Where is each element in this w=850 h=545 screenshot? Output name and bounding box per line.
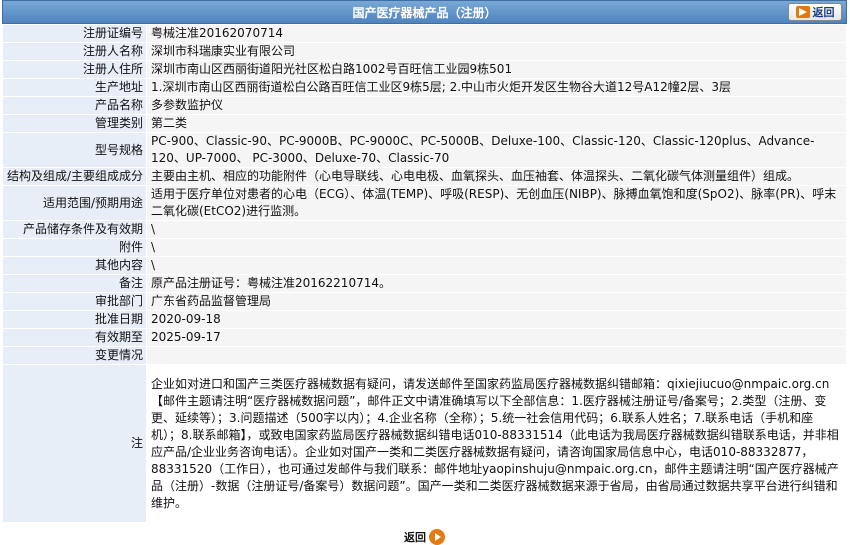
title-bar: 国产医疗器械产品（注册） 返回 [2, 0, 847, 24]
table-row: 结构及组成/主要组成成分 主要由主机、相应的功能附件（心电导联线、心电电极、血氧探… [2, 167, 847, 186]
row-key: 变更情况 [2, 346, 147, 365]
row-value: 粤械注准20162070714 [146, 24, 847, 43]
note-text: 企业如对进口和国产三类医疗器械数据有疑问，请发送邮件至国家药监局医疗器械数据纠错… [146, 364, 847, 523]
row-key: 注册人住所 [2, 60, 147, 79]
row-key: 注册证编号 [2, 24, 147, 43]
table-row: 其他内容 \ [2, 256, 847, 275]
table-row: 适用范围/预期用途 适用于医疗单位对患者的心电（ECG）、体温(TEMP)、呼吸(… [2, 185, 847, 221]
detail-table: 注册证编号 粤械注准20162070714 注册人名称 深圳市科瑞康实业有限公司 注册人… [2, 24, 847, 523]
row-value: 适用于医疗单位对患者的心电（ECG）、体温(TEMP)、呼吸(RESP)、无创血… [146, 185, 847, 221]
table-row: 产品名称 多参数监护仪 [2, 96, 847, 115]
row-value: 广东省药品监督管理局 [146, 292, 847, 311]
row-value [146, 346, 847, 365]
table-row: 生产地址 1.深圳市南山区西丽街道松白公路百旺信工业区9栋5层; 2.中山市火炬开… [2, 78, 847, 97]
table-row: 注册人住所 深圳市南山区西丽街道阳光社区松白路1002号百旺信工业园9栋501 [2, 60, 847, 79]
page-title: 国产医疗器械产品（注册） [352, 6, 497, 20]
page: 国产医疗器械产品（注册） 返回 注册证编号 粤械注准20162070714 注册人名… [2, 0, 847, 545]
table-row: 备注 原产品注册证号：粤械注准20162210714。 [2, 274, 847, 293]
row-key: 批准日期 [2, 310, 147, 329]
table-row: 变更情况 [2, 346, 847, 365]
row-value: 深圳市科瑞康实业有限公司 [146, 42, 847, 61]
row-key: 生产地址 [2, 78, 147, 97]
row-key: 备注 [2, 274, 147, 293]
row-value: \ [146, 238, 847, 257]
table-row: 批准日期 2020-09-18 [2, 310, 847, 329]
row-value: 主要由主机、相应的功能附件（心电导联线、心电电极、血氧探头、血压袖套、体温探头、… [146, 167, 847, 186]
row-value: 1.深圳市南山区西丽街道松白公路百旺信工业区9栋5层; 2.中山市火炬开发区生物… [146, 78, 847, 97]
table-row: 附件 \ [2, 238, 847, 257]
back-button-top[interactable]: 返回 [788, 3, 842, 21]
row-key: 适用范围/预期用途 [2, 185, 147, 221]
back-circle-icon [429, 529, 445, 545]
back-button-bottom-label: 返回 [404, 531, 426, 544]
row-value: 深圳市南山区西丽街道阳光社区松白路1002号百旺信工业园9栋501 [146, 60, 847, 79]
row-key: 有效期至 [2, 328, 147, 347]
row-value: 第二类 [146, 114, 847, 133]
row-value: 2020-09-18 [146, 310, 847, 329]
row-value: 原产品注册证号：粤械注准20162210714。 [146, 274, 847, 293]
table-row: 审批部门 广东省药品监督管理局 [2, 292, 847, 311]
row-key: 管理类别 [2, 114, 147, 133]
footer: 返回 [2, 523, 847, 545]
row-key: 附件 [2, 238, 147, 257]
table-row: 注册人名称 深圳市科瑞康实业有限公司 [2, 42, 847, 61]
row-key: 产品储存条件及有效期 [2, 220, 147, 239]
back-arrow-icon [795, 6, 810, 18]
back-button-bottom[interactable]: 返回 [404, 529, 445, 545]
row-value: \ [146, 220, 847, 239]
row-key: 其他内容 [2, 256, 147, 275]
table-row: 产品储存条件及有效期 \ [2, 220, 847, 239]
row-value: 2025-09-17 [146, 328, 847, 347]
table-row: 管理类别 第二类 [2, 114, 847, 133]
table-row: 注册证编号 粤械注准20162070714 [2, 24, 847, 43]
table-row: 型号规格 PC-900、Classic-90、PC-9000B、PC-9000C、… [2, 132, 847, 168]
row-key: 审批部门 [2, 292, 147, 311]
row-value: \ [146, 256, 847, 275]
row-value: 多参数监护仪 [146, 96, 847, 115]
row-key: 型号规格 [2, 132, 147, 168]
back-button-label: 返回 [812, 6, 835, 19]
row-key: 产品名称 [2, 96, 147, 115]
note-key: 注 [2, 364, 147, 523]
row-key: 注册人名称 [2, 42, 147, 61]
table-row: 有效期至 2025-09-17 [2, 328, 847, 347]
row-key: 结构及组成/主要组成成分 [2, 167, 147, 186]
note-row: 注企业如对进口和国产三类医疗器械数据有疑问，请发送邮件至国家药监局医疗器械数据纠… [2, 364, 847, 523]
row-value: PC-900、Classic-90、PC-9000B、PC-9000C、PC-5… [146, 132, 847, 168]
